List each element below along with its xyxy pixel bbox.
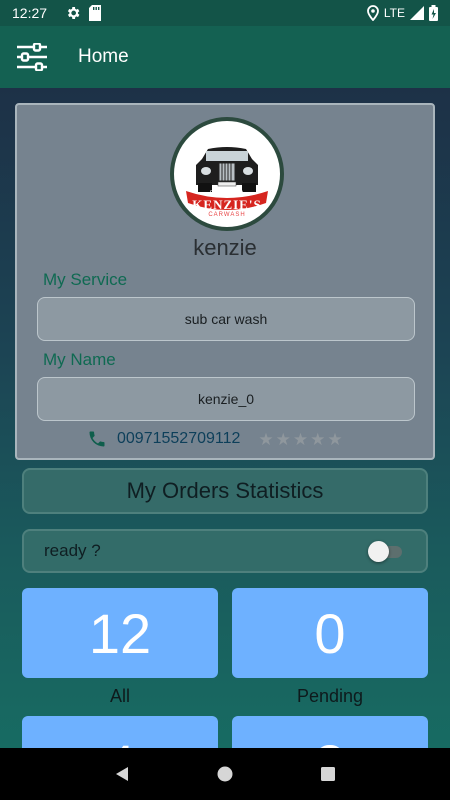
phone-row: 00971552709112 ★ ★ ★ ★ ★ [87,429,343,449]
name-value: kenzie_0 [197,391,255,407]
service-label: My Service [43,270,128,289]
settings-sliders-icon [17,43,47,71]
star-icon: ★ [310,429,326,449]
app-bar: Home [0,26,450,88]
tile-pending-label: Pending [296,686,364,706]
toggle-thumb [368,541,389,562]
phone-icon[interactable] [87,429,107,449]
ready-toggle[interactable] [368,541,404,562]
main-content: EST 2013 KENZIE'S CARWASH kenzie My Serv… [0,88,450,748]
phone-number: 00971552709112 [117,430,241,447]
status-time: 12:27 [12,5,48,21]
status-right: LTE [366,5,438,21]
status-left: 12:27 [12,5,102,21]
star-icon: ★ [292,429,309,449]
battery-icon [429,5,438,21]
star-icon: ★ [275,429,291,449]
tile-pending[interactable]: 0 [232,588,428,678]
business-logo: EST 2013 KENZIE'S CARWASH [170,117,284,231]
star-icon: ★ [258,429,274,449]
location-icon [366,5,379,21]
menu-button[interactable] [0,26,64,88]
name-field[interactable]: kenzie_0 [37,377,415,421]
home-icon[interactable] [216,765,234,783]
sd-card-icon [89,5,102,21]
name-label: My Name [43,350,116,369]
signal-icon [410,6,424,20]
status-bar: 12:27 LTE [0,0,450,26]
username: kenzie [193,235,257,260]
ready-label: ready ? [44,541,101,560]
network-type: LTE [383,6,405,20]
ready-row: ready ? [22,529,428,573]
tile-fourth-value: 3 [314,732,345,748]
settings-icon [67,7,80,19]
service-field[interactable]: sub car wash [37,297,415,341]
page-title: Home [78,46,129,67]
back-icon[interactable] [113,765,131,783]
logo-sub-text: CARWASH [208,212,246,218]
star-icon: ★ [327,429,343,449]
orders-statistics-header: My Orders Statistics [22,468,428,514]
tile-fourth[interactable]: 3 [232,716,428,748]
system-nav-bar [0,748,450,800]
tile-all[interactable]: 12 [22,588,218,678]
tile-third-value: 4 [104,732,135,748]
profile-card: EST 2013 KENZIE'S CARWASH kenzie My Serv… [15,103,435,460]
orders-statistics-title: My Orders Statistics [126,478,324,503]
tile-pending-value: 0 [314,601,346,665]
logo-brand-text: KENZIE'S [192,197,262,212]
tile-all-label: All [109,686,130,706]
rating-stars: ★ ★ ★ ★ ★ [258,431,342,448]
recents-icon[interactable] [319,765,337,783]
tile-all-value: 12 [88,601,152,665]
tile-third[interactable]: 4 [22,716,218,748]
service-value: sub car wash [184,311,268,327]
